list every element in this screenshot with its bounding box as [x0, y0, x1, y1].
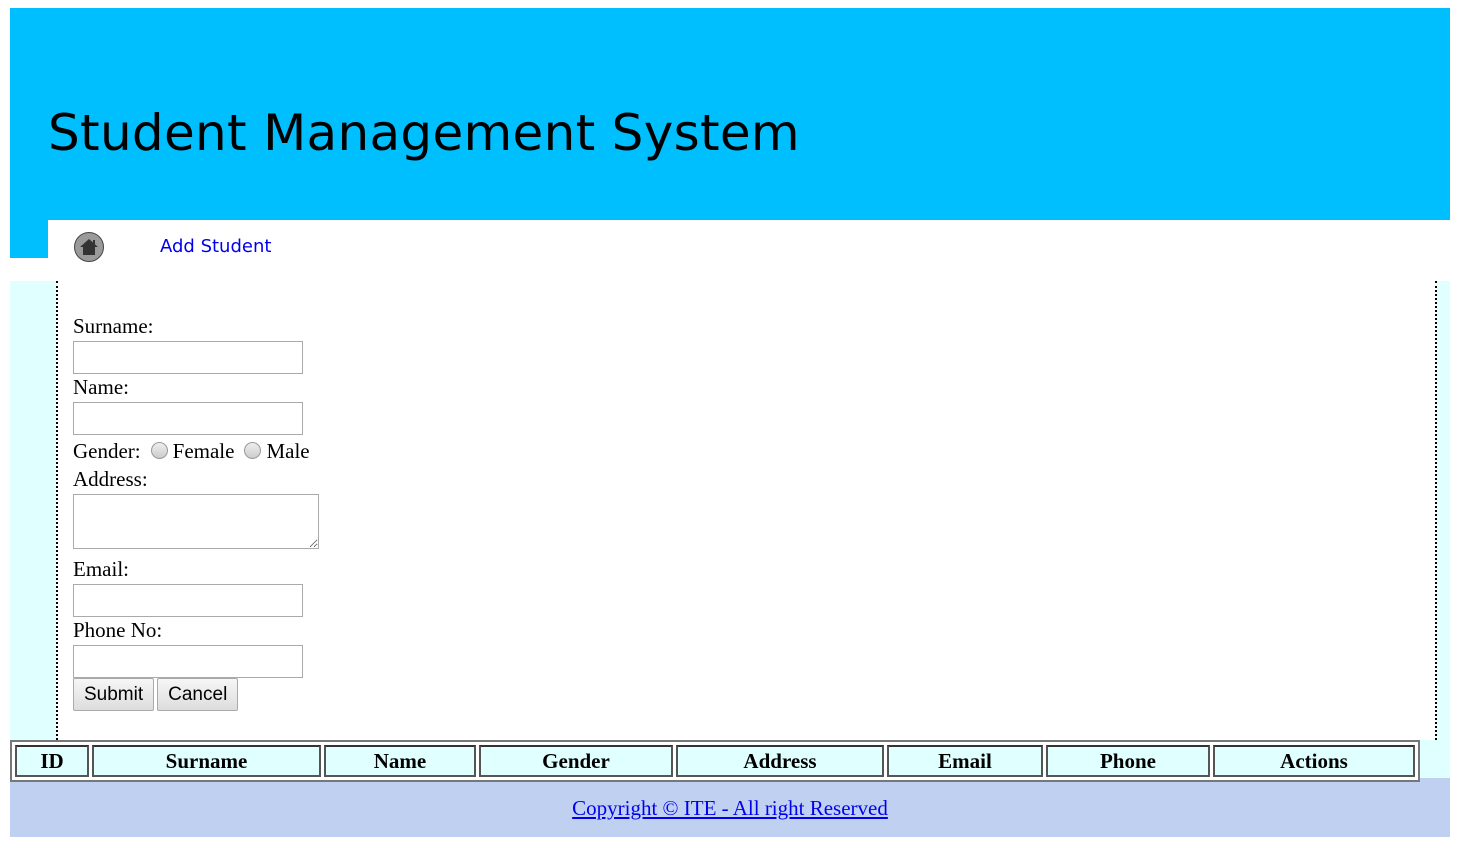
column-header-email: Email — [887, 745, 1043, 777]
column-header-id: ID — [15, 745, 89, 777]
header: Student Management System — [10, 8, 1450, 220]
address-textarea[interactable] — [73, 494, 319, 549]
cancel-button[interactable]: Cancel — [157, 678, 239, 711]
column-header-actions: Actions — [1213, 745, 1415, 777]
gender-group: Gender: Female Male — [73, 435, 319, 467]
form-panel: Surname: Name: Gender: Female Male Address… — [56, 281, 1437, 740]
gender-female-radio[interactable] — [150, 442, 168, 459]
gender-male-radio[interactable] — [244, 442, 262, 459]
phone-label: Phone No: — [73, 618, 163, 642]
footer: Copyright © ITE - All right Reserved — [10, 778, 1450, 837]
surname-input[interactable] — [73, 341, 303, 374]
gender-label: Gender: — [73, 439, 141, 463]
submit-button[interactable]: Submit — [73, 678, 155, 711]
address-label: Address: — [73, 467, 148, 491]
home-icon[interactable] — [74, 232, 104, 262]
nav-bar: Add Student — [10, 220, 1450, 281]
add-student-link[interactable]: Add Student — [160, 236, 271, 257]
copyright-link[interactable]: Copyright © ITE - All right Reserved — [572, 796, 888, 821]
email-input[interactable] — [73, 584, 303, 617]
content-area: Surname: Name: Gender: Female Male Address… — [10, 281, 1450, 740]
gender-female-label: Female — [172, 439, 235, 463]
email-label: Email: — [73, 557, 129, 581]
surname-label: Surname: — [73, 314, 154, 338]
table-header-row: ID Surname Name Gender Address Email Pho… — [15, 745, 1415, 777]
column-header-surname: Surname — [92, 745, 321, 777]
name-input[interactable] — [73, 402, 303, 435]
phone-input[interactable] — [73, 645, 303, 678]
student-form: Surname: Name: Gender: Female Male Address… — [73, 311, 319, 711]
column-header-gender: Gender — [479, 745, 673, 777]
page: Student Management System Add Student Su… — [10, 8, 1450, 837]
page-title: Student Management System — [48, 104, 800, 162]
column-header-name: Name — [324, 745, 476, 777]
name-label: Name: — [73, 375, 129, 399]
gender-male-label: Male — [266, 439, 310, 463]
students-table: ID Surname Name Gender Address Email Pho… — [10, 740, 1420, 782]
table-container: ID Surname Name Gender Address Email Pho… — [10, 740, 1450, 782]
column-header-phone: Phone — [1046, 745, 1210, 777]
column-header-address: Address — [676, 745, 884, 777]
nav-accent — [10, 220, 48, 258]
